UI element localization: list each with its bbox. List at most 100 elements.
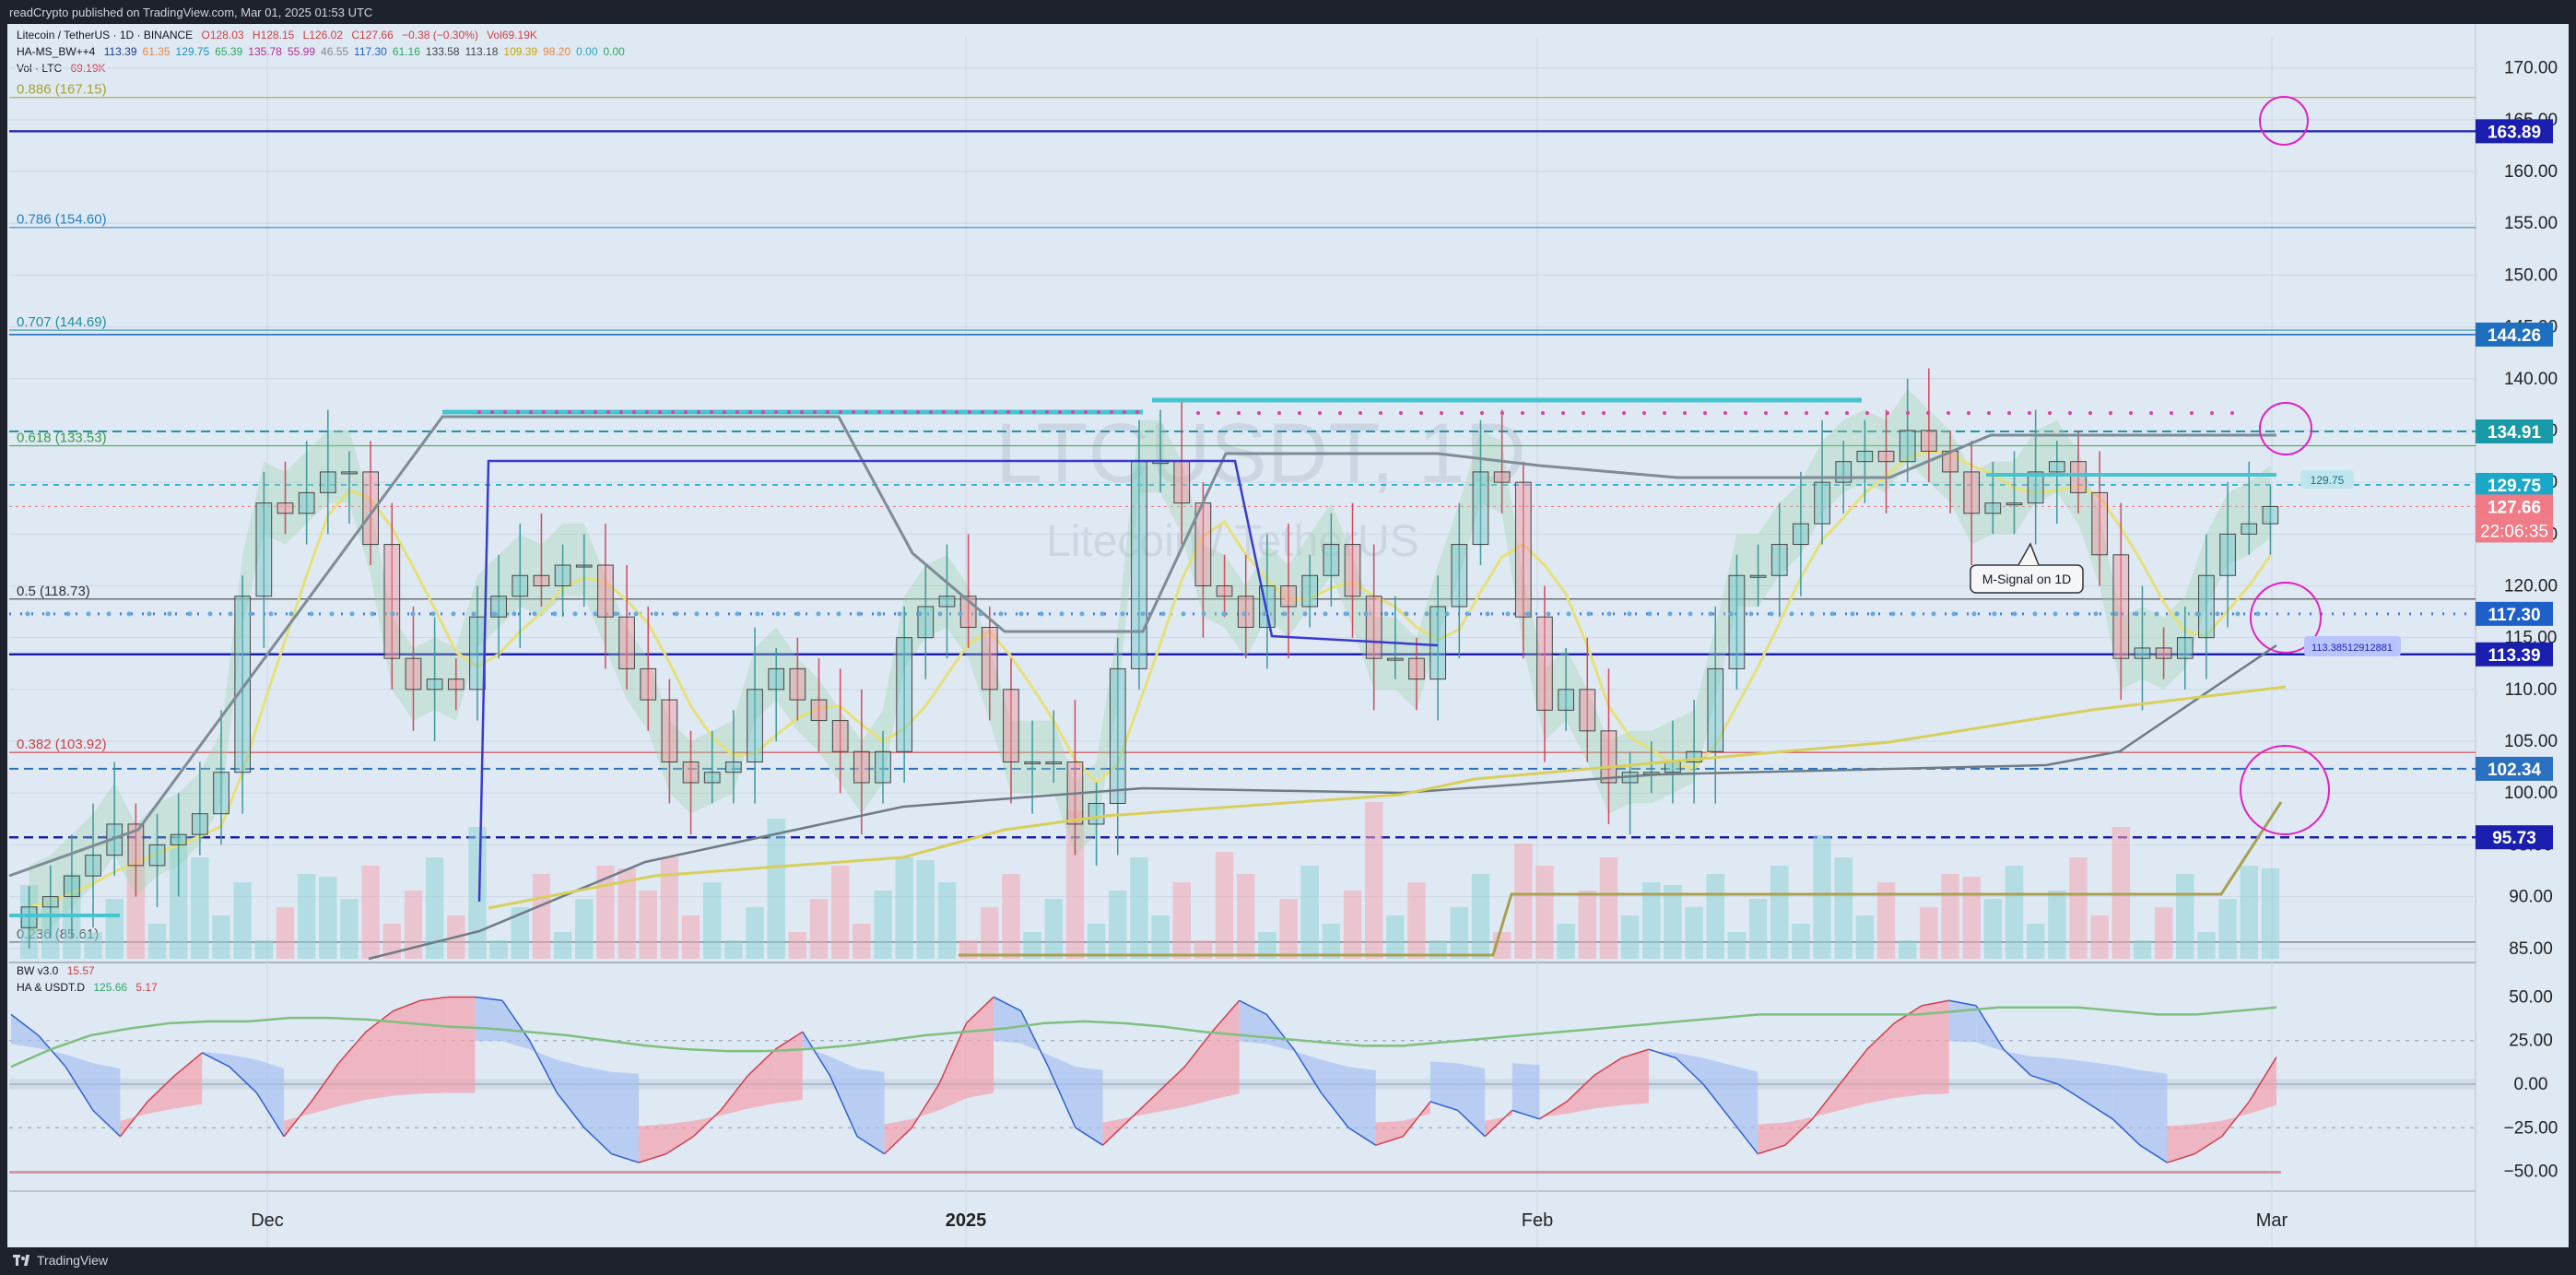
price-tag-text: 95.73 — [2492, 829, 2536, 848]
osc-fill — [857, 1068, 885, 1154]
signal-dot — [1606, 611, 1612, 617]
volume-bar — [1706, 874, 1724, 959]
signal-dot — [710, 410, 713, 414]
volume-bar — [1898, 940, 1917, 959]
price-axis-label: 150.00 — [2504, 266, 2558, 285]
candle — [2219, 533, 2236, 576]
candle — [1877, 450, 1895, 463]
volume-bar — [639, 891, 657, 959]
signal-dot — [1383, 611, 1389, 617]
volume-bar — [2005, 866, 2024, 959]
fib-label: 0.707 (144.69) — [17, 314, 107, 330]
price-tag-text: 127.66 — [2488, 498, 2541, 517]
candle — [1237, 596, 1254, 628]
band-tag-text: 113.38512912881 — [2311, 643, 2393, 654]
signal-dot — [1789, 611, 1794, 617]
time-axis-label: Feb — [1522, 1210, 1553, 1231]
signal-dot — [1196, 411, 1200, 415]
signal-dot — [2235, 611, 2241, 617]
signal-dot — [2170, 411, 2173, 415]
signal-dot — [826, 410, 829, 414]
signal-dot — [45, 611, 51, 617]
candle — [618, 616, 635, 669]
signal-dot — [723, 410, 726, 414]
signal-dot — [593, 611, 598, 617]
volume-bar — [105, 899, 124, 959]
volume-bar — [1941, 874, 1959, 959]
signal-dot — [542, 410, 546, 414]
candle — [85, 855, 101, 877]
candle — [1814, 481, 1830, 525]
volume-bar — [809, 899, 829, 959]
signal-dot — [1971, 611, 1977, 617]
osc-fill — [1730, 1065, 1759, 1154]
fib-label: 0.382 (103.92) — [17, 737, 107, 752]
volume-bar — [1044, 899, 1064, 959]
candle — [1045, 761, 1063, 765]
candle — [2112, 554, 2130, 659]
candle — [426, 679, 443, 691]
candle — [1600, 730, 1617, 784]
signal-dot — [865, 410, 868, 414]
candle — [661, 699, 678, 763]
signal-dot — [619, 410, 623, 414]
price-axis-label: 90.00 — [2509, 888, 2553, 907]
volume-bar — [2090, 915, 2109, 959]
osc-fill — [2167, 1124, 2195, 1163]
candle — [1451, 544, 1468, 608]
legend-osc-name[interactable]: BW v3.0 — [17, 964, 58, 977]
volume-bar — [1087, 924, 1106, 959]
candle — [1835, 461, 1853, 483]
signal-dot — [1642, 411, 1646, 415]
signal-dot — [1058, 410, 1062, 414]
signal-dot — [390, 611, 395, 617]
osc-fill — [1511, 1063, 1540, 1119]
signal-dot — [2210, 411, 2214, 415]
signal-dot — [2012, 611, 2017, 617]
signal-dot — [1809, 611, 1815, 617]
volume-bar — [937, 882, 957, 959]
callout-text: M-Signal on 1D — [1982, 572, 2072, 586]
signal-dot — [958, 611, 963, 617]
candle — [2091, 491, 2108, 556]
volume-bar — [1130, 857, 1148, 959]
tradingview-logo-icon — [13, 1255, 31, 1266]
signal-dot — [516, 410, 520, 414]
signal-dot — [529, 410, 533, 414]
signal-dot — [852, 410, 855, 414]
volume-bar — [2197, 932, 2216, 959]
signal-dot — [1546, 611, 1551, 617]
price-chart[interactable]: 0.886 (167.15) 0.786 (154.60) 0.707 (144.6… — [0, 0, 2576, 1275]
candle — [938, 596, 956, 608]
signal-dot — [684, 410, 688, 414]
volume-bar — [2069, 857, 2088, 959]
candle — [2048, 461, 2065, 473]
signal-dot — [2134, 611, 2139, 617]
candle — [2262, 505, 2279, 525]
osc-fill — [775, 1032, 803, 1104]
candle — [1770, 544, 1788, 576]
candle — [2155, 647, 2172, 659]
candle — [64, 875, 80, 898]
legend-ha-name[interactable]: HA & USDT.D — [17, 981, 85, 994]
signal-dot — [2154, 611, 2159, 617]
volume-bar — [2133, 940, 2152, 959]
candle — [747, 689, 763, 763]
volume-bar — [84, 932, 102, 959]
volume-bar — [276, 907, 295, 959]
osc-fill — [1048, 1054, 1076, 1128]
volume-bar — [853, 924, 871, 959]
candle — [1664, 761, 1681, 773]
candle — [1793, 523, 1809, 546]
osc-fill — [1321, 1059, 1349, 1128]
signal-dot — [1748, 611, 1754, 617]
tradingview-logo[interactable]: TradingView — [13, 1253, 108, 1268]
signal-dot — [2007, 411, 2011, 415]
volume-bar — [468, 827, 487, 959]
signal-dot — [694, 611, 700, 617]
volume-bar — [2176, 874, 2194, 959]
candle — [1963, 471, 1981, 514]
volume-bar — [1514, 844, 1533, 959]
osc-fill — [256, 1059, 285, 1137]
signal-dot — [1032, 410, 1036, 414]
